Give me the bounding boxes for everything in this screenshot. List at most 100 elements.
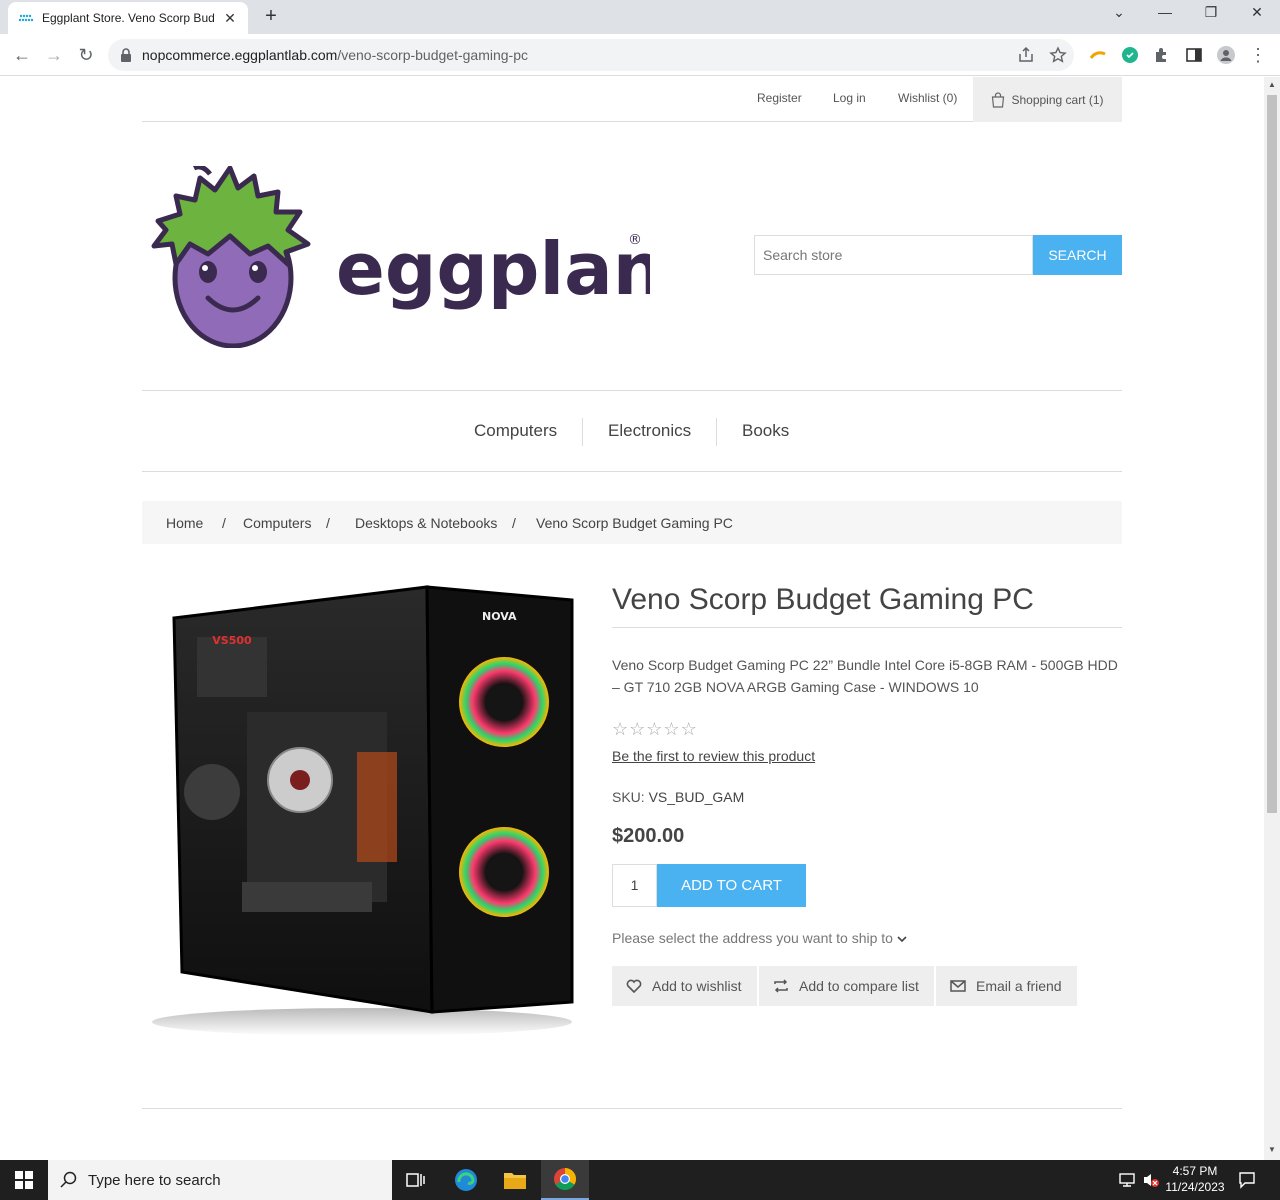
side-panel-icon[interactable]	[1185, 46, 1203, 64]
quantity-input[interactable]: 1	[612, 864, 657, 907]
dev-extension-icon[interactable]	[1121, 46, 1139, 64]
chevron-down-icon	[897, 936, 907, 943]
first-review-link[interactable]: Be the first to review this product	[612, 748, 815, 764]
eggplant-mascot-logo: eggplant ®	[151, 164, 698, 349]
rating-stars: ☆☆☆☆☆	[612, 719, 698, 740]
tab-title: Eggplant Store. Veno Scorp Bud	[42, 11, 215, 25]
browser-tab[interactable]: Eggplant Store. Veno Scorp Bud ✕	[8, 2, 248, 34]
star-icon: ☆	[680, 719, 698, 739]
compare-arrows-icon	[774, 979, 788, 993]
add-to-compare-button[interactable]: Add to compare list	[759, 966, 934, 1006]
file-explorer-taskbar-button[interactable]	[491, 1160, 539, 1200]
header-links: Register Log in Wishlist (0) Shopping ca…	[142, 77, 1122, 122]
bookmark-star-icon[interactable]	[1049, 46, 1067, 64]
network-icon[interactable]	[1118, 1172, 1136, 1188]
web-page: Register Log in Wishlist (0) Shopping ca…	[0, 77, 1264, 1160]
breadcrumb-current: Veno Scorp Budget Gaming PC	[536, 515, 733, 531]
breadcrumb-separator: /	[222, 515, 226, 531]
share-icon[interactable]	[1017, 46, 1035, 64]
back-arrow-icon[interactable]: ←	[10, 43, 34, 67]
section-divider	[142, 1108, 1122, 1109]
url-path: /veno-scorp-budget-gaming-pc	[337, 47, 528, 63]
notifications-icon[interactable]	[1238, 1171, 1256, 1189]
add-to-cart-button[interactable]: ADD TO CART	[657, 864, 806, 907]
email-button-label: Email a friend	[976, 978, 1062, 994]
volume-muted-icon[interactable]	[1142, 1172, 1160, 1188]
browser-menu-icon[interactable]: ⋮	[1246, 43, 1270, 67]
tab-search-icon[interactable]: ⌄	[1109, 4, 1129, 21]
case-brand-logo: NOVA	[482, 610, 517, 623]
scrollbar-thumb[interactable]	[1267, 95, 1277, 813]
top-menu: Computers Electronics Books	[142, 390, 1122, 472]
search-box: SEARCH	[754, 235, 1122, 275]
register-link[interactable]: Register	[757, 91, 802, 105]
menu-item-books[interactable]: Books	[742, 421, 789, 441]
task-view-button[interactable]	[392, 1160, 440, 1200]
forward-arrow-icon[interactable]: →	[42, 43, 66, 67]
product-description: Veno Scorp Budget Gaming PC 22” Bundle I…	[612, 657, 1118, 695]
new-tab-button[interactable]: +	[260, 5, 282, 28]
shopping-cart-link[interactable]: Shopping cart (1)	[973, 77, 1122, 122]
minimize-button[interactable]: —	[1155, 4, 1175, 20]
profile-avatar-icon[interactable]	[1217, 46, 1235, 64]
chrome-icon	[554, 1168, 576, 1190]
envelope-icon	[950, 980, 966, 992]
menu-item-electronics[interactable]: Electronics	[608, 421, 691, 441]
browser-toolbar: ← → ↻ nopcommerce.eggplantlab.com/veno-s…	[0, 34, 1280, 76]
scroll-up-arrow-icon[interactable]: ▲	[1268, 80, 1276, 89]
wishlist-button-label: Add to wishlist	[652, 978, 742, 994]
windows-taskbar: Type here to search 4:57 PM 11/24/2023	[0, 1160, 1280, 1200]
gaming-pc-case-image: VS500 NOVA	[152, 585, 574, 1036]
close-window-button[interactable]: ✕	[1247, 4, 1267, 21]
add-to-wishlist-button[interactable]: Add to wishlist	[612, 966, 757, 1006]
menu-separator	[582, 418, 583, 446]
windows-start-button[interactable]	[0, 1160, 48, 1200]
site-favicon-icon	[18, 14, 34, 22]
edge-taskbar-button[interactable]	[442, 1160, 490, 1200]
product-image[interactable]: VS500 NOVA	[152, 582, 582, 1047]
folder-icon	[504, 1173, 526, 1189]
address-bar[interactable]: nopcommerce.eggplantlab.com/veno-scorp-b…	[108, 39, 1074, 71]
star-icon: ☆	[629, 719, 647, 739]
psu-label: VS500	[212, 634, 252, 647]
product-title: Veno Scorp Budget Gaming PC	[612, 583, 1122, 628]
wishlist-link[interactable]: Wishlist (0)	[898, 91, 957, 105]
reload-icon[interactable]: ↻	[74, 43, 98, 67]
product-price: $200.00	[612, 825, 685, 847]
ship-to-selector[interactable]: Please select the address you want to sh…	[612, 930, 907, 946]
taskbar-clock[interactable]: 4:57 PM 11/24/2023	[1160, 1163, 1230, 1195]
login-link[interactable]: Log in	[833, 91, 866, 105]
search-input[interactable]	[754, 235, 1033, 275]
breadcrumb-home[interactable]: Home	[166, 515, 203, 531]
extension-icon[interactable]	[1089, 46, 1107, 64]
page-scrollbar[interactable]: ▲ ▼	[1264, 77, 1280, 1160]
clock-time: 4:57 PM	[1172, 1164, 1218, 1178]
chrome-taskbar-button[interactable]	[541, 1160, 589, 1200]
restore-button[interactable]: ❐	[1201, 4, 1221, 21]
star-icon: ☆	[663, 719, 681, 739]
taskbar-search-box[interactable]: Type here to search	[48, 1160, 392, 1200]
tab-close-icon[interactable]: ✕	[222, 10, 238, 27]
sku-label: SKU:	[612, 789, 645, 805]
email-a-friend-button[interactable]: Email a friend	[936, 966, 1077, 1006]
sku-row: SKU: VS_BUD_GAM	[612, 789, 744, 805]
puzzle-icon[interactable]	[1153, 46, 1171, 64]
star-icon: ☆	[646, 719, 664, 739]
menu-separator	[716, 418, 717, 446]
search-icon	[60, 1171, 77, 1188]
sku-value: VS_BUD_GAM	[648, 789, 745, 805]
breadcrumb-computers[interactable]: Computers	[243, 515, 311, 531]
menu-item-computers[interactable]: Computers	[474, 421, 557, 441]
star-icon: ☆	[612, 719, 630, 739]
heart-icon	[626, 979, 642, 993]
ship-to-label: Please select the address you want to sh…	[612, 930, 893, 946]
store-logo[interactable]: eggplant ®	[150, 164, 698, 353]
scroll-down-arrow-icon[interactable]: ▼	[1268, 1145, 1276, 1154]
lock-icon	[121, 48, 131, 62]
logo-registered-mark: ®	[628, 232, 642, 248]
search-button[interactable]: SEARCH	[1033, 235, 1122, 275]
breadcrumb-desktops[interactable]: Desktops & Notebooks	[355, 515, 497, 531]
breadcrumb-separator: /	[512, 515, 516, 531]
shopping-bag-icon	[992, 91, 1005, 108]
task-view-icon	[406, 1173, 425, 1187]
